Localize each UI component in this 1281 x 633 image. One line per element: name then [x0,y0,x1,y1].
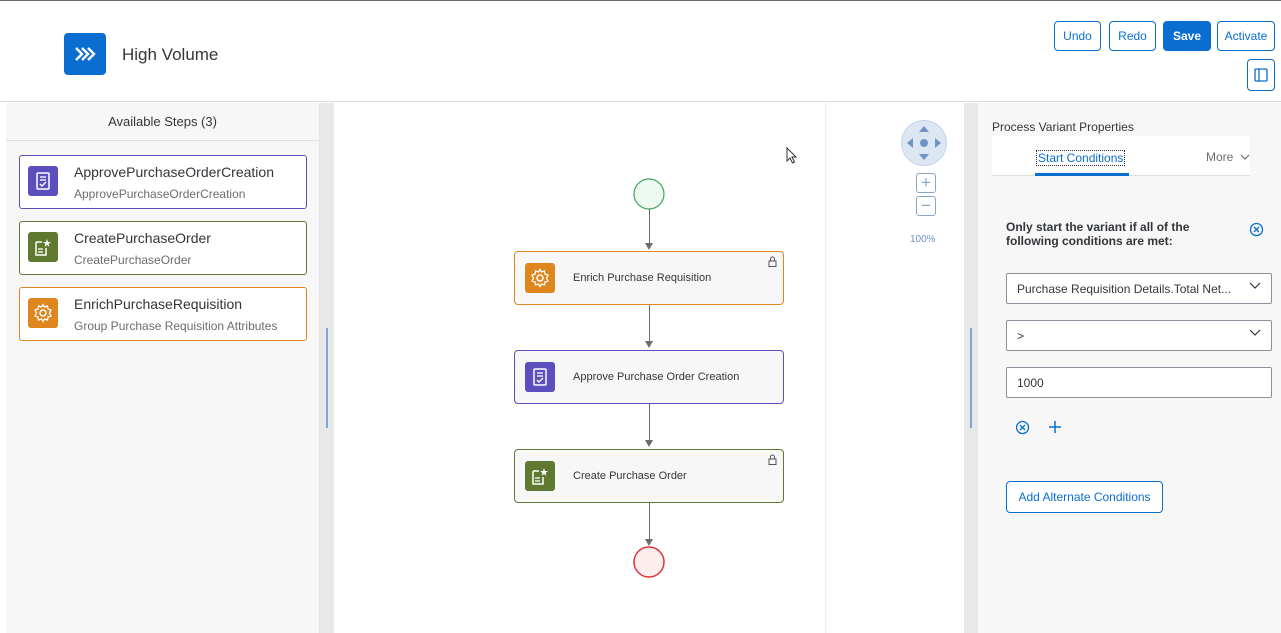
right-splitter[interactable] [964,103,978,633]
properties-panel: Process Variant Properties Start Conditi… [978,103,1281,633]
step-card-approve[interactable]: ApprovePurchaseOrderCreation ApprovePurc… [19,155,307,209]
left-splitter[interactable] [320,103,334,633]
connector-arrow [645,440,653,447]
conditions-heading: Only start the variant if all of the fol… [1006,220,1190,248]
splitter-grip [326,328,328,428]
end-event[interactable] [632,545,666,579]
undo-button[interactable]: Undo [1054,21,1101,51]
splitter-grip [970,328,972,428]
step-title: EnrichPurchaseRequisition [74,296,243,312]
redo-button[interactable]: Redo [1109,21,1156,51]
connector-line [649,209,650,243]
create-document-icon [525,461,555,491]
node-label: Approve Purchase Order Creation [573,371,740,383]
tab-start-conditions[interactable]: Start Conditions [1036,150,1126,166]
gear-icon [525,263,555,293]
pan-navigation-icon[interactable] [901,120,947,166]
remove-condition-icon[interactable] [1015,420,1030,440]
step-subtitle: ApprovePurchaseOrderCreation [74,187,246,201]
zoom-in-icon[interactable]: + [916,173,936,193]
active-tab-indicator [1035,173,1129,176]
connector-arrow [645,243,653,250]
side-panel-toggle-icon[interactable] [1247,59,1275,91]
header-bar: High Volume Undo Redo Save Activate [0,0,1281,102]
connector-arrow [645,341,653,348]
connector-line [649,503,650,539]
add-alternate-conditions-button[interactable]: Add Alternate Conditions [1006,481,1163,513]
zoom-level: 100% [910,234,936,245]
chevron-down-icon [1249,281,1261,293]
condition-value-text: 1000 [1017,375,1044,390]
add-condition-icon[interactable] [1047,419,1063,440]
step-title: ApprovePurchaseOrderCreation [74,164,274,180]
condition-attribute-select[interactable]: Purchase Requisition Details.Total Net..… [1006,273,1272,304]
step-card-create[interactable]: CreatePurchaseOrder CreatePurchaseOrder [19,221,307,275]
activate-button[interactable]: Activate [1217,21,1275,51]
mouse-cursor-icon [786,147,798,164]
properties-tabbar: Start Conditions More [992,136,1250,176]
page-title: High Volume [122,45,219,64]
connector-line [649,305,650,341]
approval-document-icon [525,362,555,392]
process-canvas: Enrich Purchase Requisition Approve Purc… [334,103,825,633]
process-node-create[interactable]: Create Purchase Order [514,449,784,503]
process-node-approve[interactable]: Approve Purchase Order Creation [514,350,784,404]
canvas-controls-area [825,103,964,633]
properties-title: Process Variant Properties [992,120,1134,134]
step-title: CreatePurchaseOrder [74,230,211,246]
remove-condition-group-icon[interactable] [1249,222,1264,242]
chevron-down-icon [1249,328,1261,340]
condition-operator-select[interactable]: > [1006,320,1272,351]
gear-icon [28,298,58,328]
create-document-icon [28,232,58,262]
condition-attribute-value: Purchase Requisition Details.Total Net..… [1017,281,1232,296]
available-steps-title: Available Steps (3) [6,103,319,141]
process-node-enrich[interactable]: Enrich Purchase Requisition [514,251,784,305]
start-event[interactable] [632,177,666,211]
node-label: Enrich Purchase Requisition [573,272,712,284]
node-label: Create Purchase Order [573,470,687,482]
chevron-down-icon [1240,150,1250,164]
lock-icon [768,256,777,270]
save-button[interactable]: Save [1163,21,1211,51]
approval-document-icon [28,166,58,196]
lock-icon [768,454,777,468]
tab-more-label: More [1206,150,1234,164]
step-subtitle: Group Purchase Requisition Attributes [74,319,278,333]
connector-line [649,404,650,440]
condition-operator-value: > [1017,328,1025,343]
condition-value-input[interactable]: 1000 [1006,367,1272,398]
step-card-enrich[interactable]: EnrichPurchaseRequisition Group Purchase… [19,287,307,341]
step-subtitle: CreatePurchaseOrder [74,253,192,267]
tab-more[interactable]: More [1206,150,1250,164]
zoom-out-icon[interactable]: − [916,196,936,216]
available-steps-panel: Available Steps (3) ApprovePurchaseOrder… [6,103,320,633]
double-chevron-right-icon[interactable] [64,33,106,75]
